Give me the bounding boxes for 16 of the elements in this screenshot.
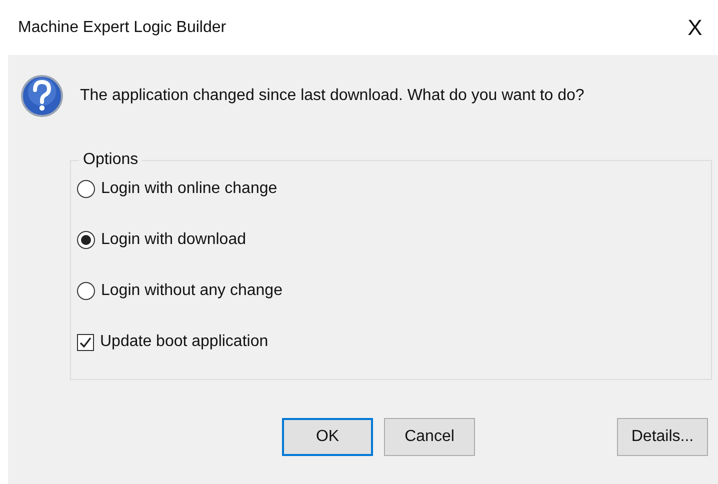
details-button[interactable]: Details...	[617, 418, 708, 456]
checkbox-label[interactable]: Update boot application	[100, 330, 268, 354]
radio-label[interactable]: Login with download	[101, 228, 246, 252]
radio-label[interactable]: Login without any change	[101, 279, 282, 303]
close-button[interactable]: X	[680, 11, 710, 44]
radio-button[interactable]	[77, 180, 95, 198]
message-text: The application changed since last download. What do you want to do?	[80, 86, 584, 106]
checkbox[interactable]	[77, 334, 94, 350]
ok-button[interactable]: OK	[282, 418, 373, 456]
radio-button[interactable]	[77, 282, 95, 300]
radio-label[interactable]: Login with online change	[101, 177, 278, 201]
question-icon	[20, 74, 64, 118]
window-title: Machine Expert Logic Builder	[18, 18, 226, 38]
group-label: Options	[82, 150, 140, 170]
radio-button[interactable]	[77, 231, 95, 249]
cancel-button[interactable]: Cancel	[384, 418, 475, 456]
